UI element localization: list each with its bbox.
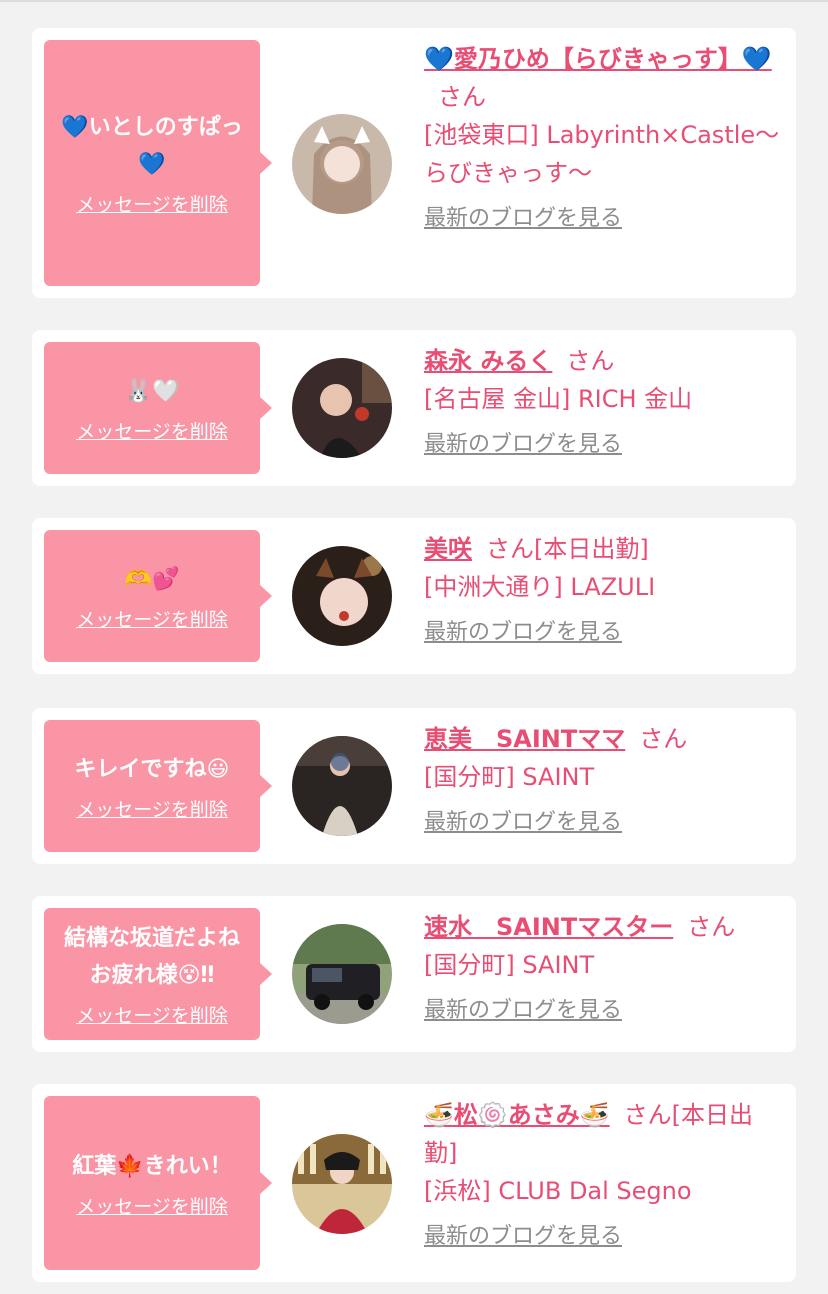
list-item: 🫶💕 メッセージを削除 美咲 さん[本日出勤] [中洲大通り] LAZULI 最新… bbox=[32, 518, 796, 674]
honorific: さん bbox=[687, 913, 736, 941]
avatar[interactable] bbox=[292, 114, 392, 214]
shop-name: [中洲大通り] LAZULI bbox=[424, 573, 656, 601]
delete-message-link[interactable]: メッセージを削除 bbox=[76, 1195, 228, 1219]
status-badge: [本日出勤] bbox=[534, 535, 649, 563]
avatar[interactable] bbox=[292, 358, 392, 458]
message-bubble: 💙いとしのすぱっ 💙 メッセージを削除 bbox=[44, 40, 272, 286]
shop-name: [浜松] CLUB Dal Segno bbox=[424, 1177, 692, 1205]
sender-name-link[interactable]: 恵美 SAINTママ bbox=[424, 725, 625, 753]
message-bubble: キレイですね😃 メッセージを削除 bbox=[44, 720, 272, 852]
delete-message-link[interactable]: メッセージを削除 bbox=[76, 193, 228, 217]
message-text: 結構な坂道だよね お疲れ様😵‼ bbox=[63, 926, 240, 988]
sender-info: 💙愛乃ひめ【らびきゃっす】💙 さん [池袋東口] Labyrinth×Castle… bbox=[424, 40, 784, 238]
sender-name-link[interactable]: 美咲 bbox=[424, 535, 472, 563]
message-bubble: 🐰🤍 メッセージを削除 bbox=[44, 342, 272, 474]
sender-info: 恵美 SAINTママ さん [国分町] SAINT 最新のブログを見る bbox=[424, 720, 784, 842]
message-text: 紅葉🍁きれい！ bbox=[72, 1153, 232, 1179]
list-item: キレイですね😃 メッセージを削除 恵美 SAINTママ さん [国分町] SAIN… bbox=[32, 708, 796, 864]
avatar[interactable] bbox=[292, 924, 392, 1024]
sender-name-link[interactable]: 速水 SAINTマスター bbox=[424, 913, 673, 941]
honorific: さん bbox=[639, 725, 688, 753]
delete-message-link[interactable]: メッセージを削除 bbox=[76, 608, 228, 632]
shop-name: [名古屋 金山] RICH 金山 bbox=[424, 385, 693, 413]
honorific: さん bbox=[438, 83, 486, 111]
honorific: さん bbox=[623, 1101, 672, 1129]
list-item: 💙いとしのすぱっ 💙 メッセージを削除 💙愛乃ひめ【らびきゃっす】💙 さん [池袋… bbox=[32, 28, 796, 298]
avatar[interactable] bbox=[292, 1134, 392, 1234]
delete-message-link[interactable]: メッセージを削除 bbox=[76, 798, 228, 822]
sender-info: 速水 SAINTマスター さん [国分町] SAINT 最新のブログを見る bbox=[424, 908, 784, 1030]
message-text: キレイですね😃 bbox=[74, 756, 230, 782]
delete-message-link[interactable]: メッセージを削除 bbox=[76, 420, 228, 444]
sender-name-link[interactable]: 森永 みるく bbox=[424, 347, 552, 375]
latest-blog-link[interactable]: 最新のブログを見る bbox=[424, 200, 784, 238]
sender-name-link[interactable]: 💙愛乃ひめ【らびきゃっす】💙 bbox=[424, 45, 772, 73]
message-text: 💙いとしのすぱっ 💙 bbox=[61, 115, 243, 177]
shop-name: [国分町] SAINT bbox=[424, 763, 595, 791]
sender-info: 美咲 さん[本日出勤] [中洲大通り] LAZULI 最新のブログを見る bbox=[424, 530, 784, 652]
list-item: 紅葉🍁きれい！ メッセージを削除 🍜松🍥あさみ🍜 さん[本日出勤] [浜松] CL… bbox=[32, 1084, 796, 1282]
delete-message-link[interactable]: メッセージを削除 bbox=[76, 1004, 228, 1028]
latest-blog-link[interactable]: 最新のブログを見る bbox=[424, 1218, 784, 1256]
shop-name: [国分町] SAINT bbox=[424, 951, 595, 979]
message-text: 🫶💕 bbox=[124, 566, 180, 592]
avatar[interactable] bbox=[292, 546, 392, 646]
message-bubble: 🫶💕 メッセージを削除 bbox=[44, 530, 272, 662]
list-item: 結構な坂道だよね お疲れ様😵‼ メッセージを削除 速水 SAINTマスター さん … bbox=[32, 896, 796, 1052]
sender-info: 🍜松🍥あさみ🍜 さん[本日出勤] [浜松] CLUB Dal Segno 最新のブ… bbox=[424, 1096, 784, 1256]
list-item: 🐰🤍 メッセージを削除 森永 みるく さん [名古屋 金山] RICH 金山 最新… bbox=[32, 330, 796, 486]
honorific: さん bbox=[486, 535, 534, 563]
latest-blog-link[interactable]: 最新のブログを見る bbox=[424, 426, 784, 464]
message-bubble: 結構な坂道だよね お疲れ様😵‼ メッセージを削除 bbox=[44, 908, 272, 1040]
sender-info: 森永 みるく さん [名古屋 金山] RICH 金山 最新のブログを見る bbox=[424, 342, 784, 464]
latest-blog-link[interactable]: 最新のブログを見る bbox=[424, 804, 784, 842]
message-bubble: 紅葉🍁きれい！ メッセージを削除 bbox=[44, 1096, 272, 1270]
sender-name-link[interactable]: 🍜松🍥あさみ🍜 bbox=[424, 1101, 610, 1129]
honorific: さん bbox=[566, 347, 615, 375]
avatar[interactable] bbox=[292, 736, 392, 836]
shop-name: [池袋東口] Labyrinth×Castle〜らびきゃっす〜 bbox=[424, 121, 780, 187]
latest-blog-link[interactable]: 最新のブログを見る bbox=[424, 614, 784, 652]
latest-blog-link[interactable]: 最新のブログを見る bbox=[424, 992, 784, 1030]
message-text: 🐰🤍 bbox=[124, 378, 180, 404]
